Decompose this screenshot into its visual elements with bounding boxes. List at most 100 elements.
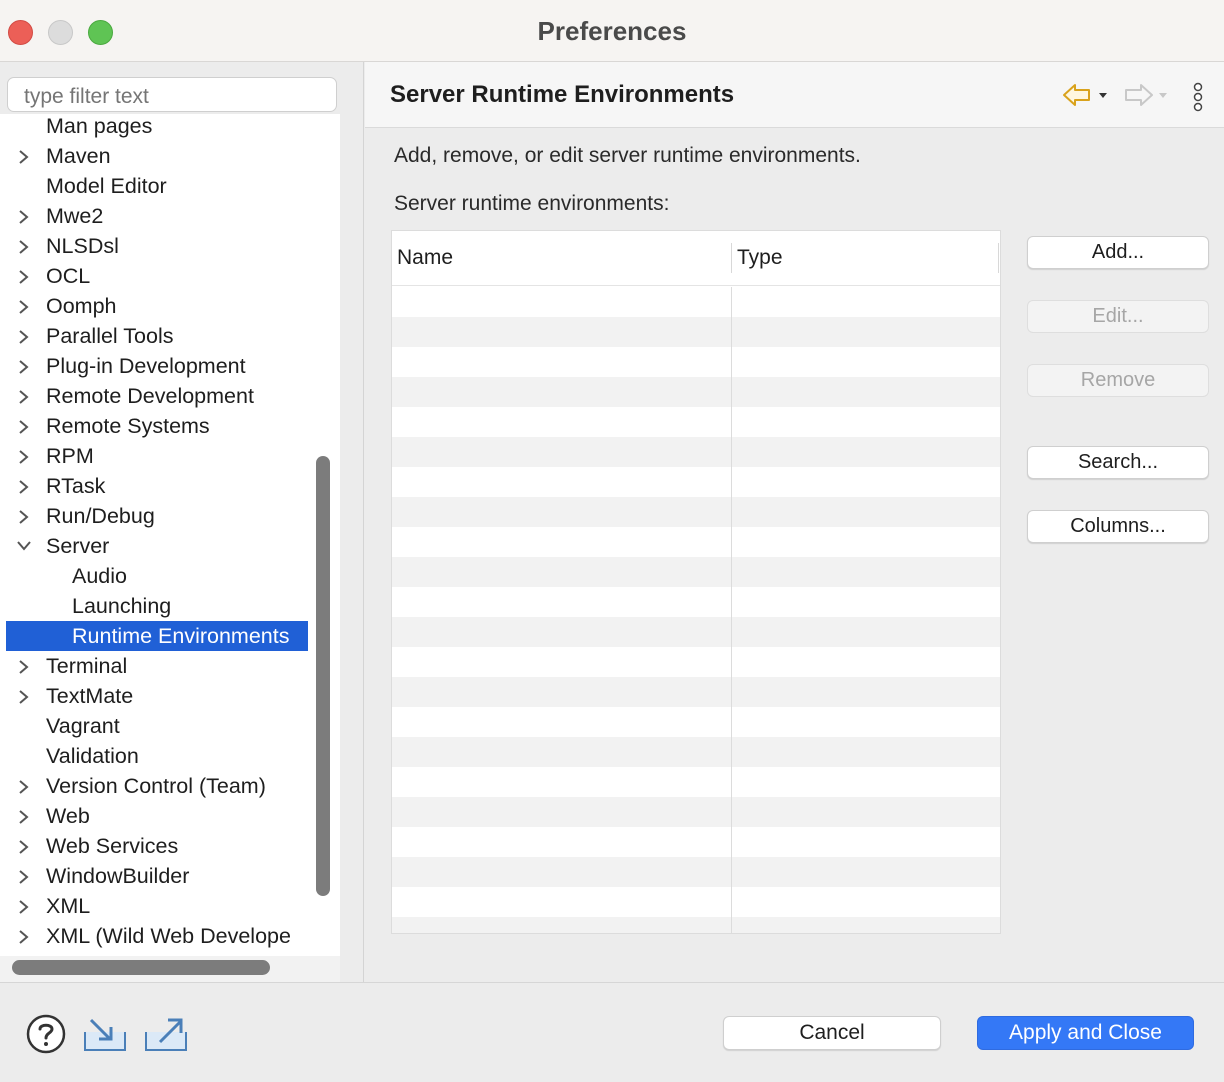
column-divider[interactable] bbox=[998, 243, 999, 273]
chevron-down-icon[interactable] bbox=[16, 531, 32, 561]
empty-table-row bbox=[392, 677, 1000, 707]
tree-item-label: Launching bbox=[72, 594, 172, 618]
tree-item-label: Parallel Tools bbox=[46, 324, 174, 348]
tree-item-label: Terminal bbox=[46, 654, 128, 678]
tree-item[interactable]: OCL bbox=[0, 261, 308, 291]
tree-item[interactable]: Terminal bbox=[0, 651, 308, 681]
remove-button[interactable]: Remove bbox=[1027, 364, 1209, 397]
tree-item[interactable]: Model Editor bbox=[0, 171, 308, 201]
empty-table-row bbox=[392, 797, 1000, 827]
chevron-right-icon[interactable] bbox=[16, 351, 32, 381]
tree-item[interactable]: RPM bbox=[0, 441, 308, 471]
chevron-right-icon[interactable] bbox=[16, 651, 32, 681]
tree-item[interactable]: Vagrant bbox=[0, 711, 308, 741]
forward-arrow-icon[interactable] bbox=[1121, 82, 1171, 113]
chevron-right-icon[interactable] bbox=[16, 771, 32, 801]
back-arrow-icon[interactable] bbox=[1061, 82, 1111, 113]
chevron-right-icon[interactable] bbox=[16, 261, 32, 291]
tree-item-label: NLSDsl bbox=[46, 234, 119, 258]
window-title: Preferences bbox=[537, 16, 687, 46]
tree-item[interactable]: Validation bbox=[0, 741, 308, 771]
tree-item[interactable]: Server bbox=[0, 531, 308, 561]
tree-item[interactable]: Runtime Environments bbox=[6, 621, 308, 651]
chevron-right-icon[interactable] bbox=[16, 501, 32, 531]
tree-item[interactable]: NLSDsl bbox=[0, 231, 308, 261]
more-options-icon[interactable] bbox=[1191, 82, 1205, 119]
tree-item[interactable]: Man pages bbox=[0, 114, 308, 141]
export-icon[interactable] bbox=[143, 1012, 189, 1059]
runtime-list-label: Server runtime environments: bbox=[394, 192, 670, 215]
chevron-right-icon[interactable] bbox=[16, 861, 32, 891]
tree-item[interactable]: Version Control (Team) bbox=[0, 771, 308, 801]
chevron-right-icon[interactable] bbox=[16, 921, 32, 951]
tree-item-label: Web bbox=[46, 804, 90, 828]
chevron-right-icon[interactable] bbox=[16, 831, 32, 861]
tree-item[interactable]: XML bbox=[0, 891, 308, 921]
tree-item[interactable]: Launching bbox=[0, 591, 308, 621]
table-header: Name Type bbox=[392, 231, 1000, 286]
help-icon[interactable] bbox=[26, 1014, 66, 1059]
tree-item[interactable]: RTask bbox=[0, 471, 308, 501]
empty-table-row bbox=[392, 497, 1000, 527]
chevron-right-icon[interactable] bbox=[16, 471, 32, 501]
tree-item-label: Vagrant bbox=[46, 714, 120, 738]
empty-table-row bbox=[392, 347, 1000, 377]
chevron-right-icon[interactable] bbox=[16, 291, 32, 321]
tree-item[interactable]: Maven bbox=[0, 141, 308, 171]
tree-item-label: Man pages bbox=[46, 114, 153, 138]
column-header-type[interactable]: Type bbox=[737, 246, 783, 270]
add-button[interactable]: Add... bbox=[1027, 236, 1209, 269]
tree-item[interactable]: WindowBuilder bbox=[0, 861, 308, 891]
tree-item[interactable]: Remote Systems bbox=[0, 411, 308, 441]
apply-and-close-button[interactable]: Apply and Close bbox=[977, 1016, 1194, 1050]
chevron-right-icon[interactable] bbox=[16, 441, 32, 471]
filter-input[interactable] bbox=[7, 77, 337, 112]
runtime-environments-table[interactable]: Name Type bbox=[391, 230, 1001, 934]
chevron-right-icon[interactable] bbox=[16, 201, 32, 231]
tree-item-label: RTask bbox=[46, 474, 106, 498]
edit-button[interactable]: Edit... bbox=[1027, 300, 1209, 333]
chevron-right-icon[interactable] bbox=[16, 681, 32, 711]
tree-item[interactable]: TextMate bbox=[0, 681, 308, 711]
empty-table-row bbox=[392, 587, 1000, 617]
empty-table-row bbox=[392, 887, 1000, 917]
tree-item-label: Version Control (Team) bbox=[46, 774, 266, 798]
table-body[interactable] bbox=[392, 287, 1000, 933]
chevron-right-icon[interactable] bbox=[16, 891, 32, 921]
tree-item[interactable]: Audio bbox=[0, 561, 308, 591]
tree-horizontal-scrollbar[interactable] bbox=[12, 960, 270, 975]
chevron-right-icon[interactable] bbox=[16, 381, 32, 411]
tree-item[interactable]: XML (Wild Web Develope bbox=[0, 921, 308, 951]
chevron-right-icon[interactable] bbox=[16, 231, 32, 261]
tree-item[interactable]: Run/Debug bbox=[0, 501, 308, 531]
tree-vertical-scrollbar[interactable] bbox=[316, 456, 330, 896]
empty-table-row bbox=[392, 647, 1000, 677]
empty-table-row bbox=[392, 407, 1000, 437]
tree-item[interactable]: Plug-in Development bbox=[0, 351, 308, 381]
tree-item-label: Plug-in Development bbox=[46, 354, 246, 378]
chevron-right-icon[interactable] bbox=[16, 141, 32, 171]
column-header-name[interactable]: Name bbox=[397, 246, 453, 270]
chevron-right-icon[interactable] bbox=[16, 411, 32, 441]
chevron-right-icon[interactable] bbox=[16, 321, 32, 351]
tree-item-label: Audio bbox=[72, 564, 127, 588]
chevron-right-icon[interactable] bbox=[16, 801, 32, 831]
search-button[interactable]: Search... bbox=[1027, 446, 1209, 479]
columns-button[interactable]: Columns... bbox=[1027, 510, 1209, 543]
tree-item-label: TextMate bbox=[46, 684, 134, 708]
tree-item-label: XML bbox=[46, 894, 91, 918]
tree-item-label: Run/Debug bbox=[46, 504, 155, 528]
tree-item[interactable]: Mwe2 bbox=[0, 201, 308, 231]
tree-item[interactable]: Web bbox=[0, 801, 308, 831]
tree-item[interactable]: Web Services bbox=[0, 831, 308, 861]
title-bar: Preferences bbox=[0, 0, 1224, 62]
tree-item[interactable]: Remote Development bbox=[0, 381, 308, 411]
cancel-button[interactable]: Cancel bbox=[723, 1016, 941, 1050]
tree-item[interactable]: Parallel Tools bbox=[0, 321, 308, 351]
import-icon[interactable] bbox=[82, 1014, 128, 1059]
tree-item[interactable]: Oomph bbox=[0, 291, 308, 321]
page-header: Server Runtime Environments bbox=[365, 62, 1224, 128]
column-divider[interactable] bbox=[731, 243, 732, 273]
empty-table-row bbox=[392, 467, 1000, 497]
empty-table-row bbox=[392, 527, 1000, 557]
